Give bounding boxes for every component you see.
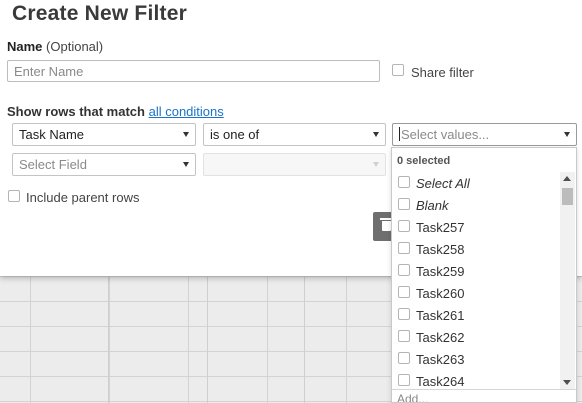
values-scrollbar[interactable]	[560, 172, 575, 390]
value-option[interactable]: Task262	[392, 326, 560, 348]
values-dropdown: 0 selected Select All Blank Task257 Task…	[391, 147, 577, 403]
grid-line	[108, 276, 109, 403]
match-label: Show rows that match all conditions	[7, 104, 224, 119]
value-checkbox[interactable]	[398, 330, 410, 342]
trash-icon	[380, 218, 393, 231]
value-option-label: Task258	[416, 242, 465, 257]
share-filter-checkbox[interactable]	[392, 64, 404, 76]
value-option-label: Blank	[416, 198, 449, 213]
value-option[interactable]: Task263	[392, 348, 560, 370]
value-option-label: Task262	[416, 330, 465, 345]
value-option[interactable]: Task261	[392, 304, 560, 326]
scroll-thumb[interactable]	[562, 188, 573, 205]
add-value-placeholder: Add...	[397, 392, 429, 402]
grid-line	[304, 276, 305, 403]
new-condition-operator-select	[203, 153, 386, 176]
value-checkbox[interactable]	[398, 242, 410, 254]
chevron-down-icon	[373, 162, 379, 167]
condition-operator-select[interactable]: is one of	[203, 123, 386, 146]
filter-name-input[interactable]	[7, 60, 380, 82]
value-checkbox[interactable]	[398, 220, 410, 232]
value-option[interactable]: Task258	[392, 238, 560, 260]
value-option-label: Task264	[416, 374, 465, 389]
chevron-down-icon	[183, 162, 189, 167]
value-option-label: Task261	[416, 308, 465, 323]
value-checkbox[interactable]	[398, 264, 410, 276]
new-condition-field-placeholder: Select Field	[19, 157, 87, 172]
value-option-label: Task260	[416, 286, 465, 301]
value-option-label: Select All	[416, 176, 470, 191]
chevron-down-icon	[564, 132, 570, 137]
dialog-title: Create New Filter	[12, 2, 187, 25]
name-label-text: Name	[7, 39, 43, 54]
scroll-down-icon[interactable]	[563, 380, 571, 385]
add-value-input[interactable]: Add...	[392, 389, 576, 402]
name-label: Name (Optional)	[7, 39, 103, 54]
share-filter-label: Share filter	[411, 65, 474, 80]
match-conditions-link[interactable]: all conditions	[149, 104, 224, 119]
new-condition-field-select[interactable]: Select Field	[12, 153, 196, 176]
value-option-select-all[interactable]: Select All	[392, 172, 560, 194]
chevron-down-icon	[183, 132, 189, 137]
name-optional-text: (Optional)	[46, 39, 104, 54]
value-option-label: Task263	[416, 352, 465, 367]
condition-values-select[interactable]: Select values...	[392, 123, 577, 146]
condition-operator-value: is one of	[210, 127, 260, 142]
chevron-down-icon	[373, 132, 379, 137]
selected-count: 0 selected	[397, 155, 451, 167]
condition-field-select[interactable]: Task Name	[12, 123, 196, 146]
value-option[interactable]: Task257	[392, 216, 560, 238]
value-option-label: Task257	[416, 220, 465, 235]
value-option-blank[interactable]: Blank	[392, 194, 560, 216]
value-checkbox[interactable]	[398, 352, 410, 364]
value-checkbox[interactable]	[398, 176, 410, 188]
values-list: Select All Blank Task257 Task258 Task259…	[392, 172, 560, 392]
value-checkbox[interactable]	[398, 198, 410, 210]
condition-field-value: Task Name	[19, 127, 85, 142]
value-option-label: Task259	[416, 264, 465, 279]
condition-values-placeholder: Select values...	[401, 127, 490, 142]
text-cursor	[399, 127, 400, 141]
include-parent-rows-label: Include parent rows	[26, 190, 140, 205]
grid-line	[207, 276, 208, 403]
match-prefix: Show rows that match	[7, 104, 145, 119]
value-checkbox[interactable]	[398, 374, 410, 386]
value-checkbox[interactable]	[398, 286, 410, 298]
scroll-up-icon[interactable]	[563, 176, 571, 181]
value-option[interactable]: Task259	[392, 260, 560, 282]
value-option[interactable]: Task260	[392, 282, 560, 304]
include-parent-rows-checkbox[interactable]	[8, 190, 20, 202]
value-checkbox[interactable]	[398, 308, 410, 320]
